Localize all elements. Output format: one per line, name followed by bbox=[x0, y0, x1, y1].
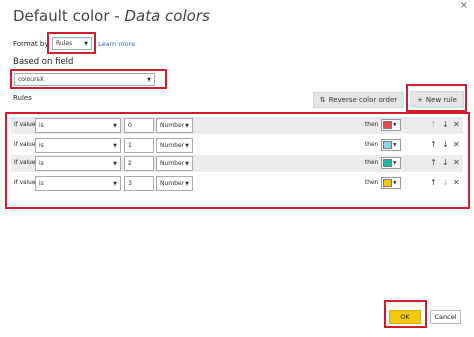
rule-value: 2 bbox=[128, 160, 132, 167]
chevron-down-icon: ▼ bbox=[113, 122, 117, 129]
rule-value-input[interactable]: 3 bbox=[124, 176, 154, 191]
ok-button[interactable]: OK bbox=[389, 310, 421, 324]
rules-label: Rules bbox=[13, 94, 32, 102]
if-value-label: If value bbox=[14, 142, 36, 148]
dialog-title-prefix: Default color - bbox=[13, 7, 125, 25]
chevron-down-icon: ▼ bbox=[185, 160, 189, 167]
delete-icon[interactable]: ✕ bbox=[453, 120, 460, 129]
operator-value: is bbox=[39, 142, 44, 149]
delete-icon[interactable]: ✕ bbox=[453, 178, 460, 187]
rule-value: 3 bbox=[128, 180, 132, 187]
chevron-down-icon: ▼ bbox=[393, 180, 397, 186]
learn-more-link[interactable]: Learn more bbox=[98, 40, 135, 48]
chevron-down-icon: ▼ bbox=[185, 180, 189, 187]
reverse-order-icon: ⇅ bbox=[319, 96, 326, 104]
rule-row: If value is ▼ 0 Number ▼ then ▼ ↑ ↓ ✕ bbox=[11, 117, 463, 134]
color-swatch bbox=[383, 159, 392, 167]
type-select[interactable]: Number ▼ bbox=[156, 156, 193, 171]
dialog-title-italic: Data colors bbox=[124, 7, 210, 25]
arrow-down-icon[interactable]: ↓ bbox=[442, 120, 449, 129]
type-value: Number bbox=[160, 122, 185, 129]
color-picker[interactable]: ▼ bbox=[381, 139, 401, 151]
operator-select[interactable]: is ▼ bbox=[35, 156, 121, 171]
arrow-down-icon[interactable]: ↓ bbox=[442, 140, 449, 149]
type-value: Number bbox=[160, 160, 185, 167]
arrow-up-icon[interactable]: ↑ bbox=[430, 140, 437, 149]
color-swatch bbox=[383, 121, 392, 129]
cancel-button[interactable]: Cancel bbox=[430, 310, 461, 324]
format-by-value: Rules bbox=[56, 40, 73, 47]
rule-value-input[interactable]: 0 bbox=[124, 118, 154, 133]
format-by-label: Format by bbox=[13, 40, 49, 48]
chevron-down-icon: ▼ bbox=[393, 160, 397, 166]
then-label: then bbox=[365, 160, 379, 166]
then-label: then bbox=[365, 122, 379, 128]
based-on-field-label: Based on field bbox=[13, 57, 74, 67]
chevron-down-icon: ▼ bbox=[185, 122, 189, 129]
dialog-title: Default color - Data colors bbox=[13, 7, 210, 25]
chevron-down-icon: ▼ bbox=[84, 40, 88, 47]
operator-select[interactable]: is ▼ bbox=[35, 138, 121, 153]
new-rule-label: New rule bbox=[425, 95, 457, 104]
new-rule-button[interactable]: + New rule bbox=[410, 91, 464, 108]
type-value: Number bbox=[160, 142, 185, 149]
arrow-up-icon[interactable]: ↑ bbox=[430, 120, 437, 129]
if-value-label: If value bbox=[14, 180, 36, 186]
operator-value: is bbox=[39, 180, 44, 187]
rule-value: 1 bbox=[128, 142, 132, 149]
color-picker[interactable]: ▼ bbox=[381, 177, 401, 189]
chevron-down-icon: ▼ bbox=[147, 76, 151, 83]
rule-value: 0 bbox=[128, 122, 132, 129]
arrow-up-icon[interactable]: ↑ bbox=[430, 158, 437, 167]
arrow-down-icon[interactable]: ↓ bbox=[442, 178, 449, 187]
then-label: then bbox=[365, 180, 379, 186]
delete-icon[interactable]: ✕ bbox=[453, 158, 460, 167]
color-picker[interactable]: ▼ bbox=[381, 119, 401, 131]
operator-select[interactable]: is ▼ bbox=[35, 118, 121, 133]
chevron-down-icon: ▼ bbox=[113, 142, 117, 149]
based-on-field-select[interactable]: coloursX ▼ bbox=[14, 73, 155, 86]
color-swatch bbox=[383, 141, 392, 149]
plus-icon: + bbox=[417, 95, 423, 104]
chevron-down-icon: ▼ bbox=[393, 142, 397, 148]
color-picker[interactable]: ▼ bbox=[381, 157, 401, 169]
chevron-down-icon: ▼ bbox=[113, 160, 117, 167]
rule-value-input[interactable]: 1 bbox=[124, 138, 154, 153]
rule-row: If value is ▼ 1 Number ▼ then ▼ ↑ ↓ ✕ bbox=[11, 137, 463, 154]
if-value-label: If value bbox=[14, 160, 36, 166]
if-value-label: If value bbox=[14, 122, 36, 128]
then-label: then bbox=[365, 142, 379, 148]
arrow-down-icon[interactable]: ↓ bbox=[442, 158, 449, 167]
operator-value: is bbox=[39, 122, 44, 129]
rule-row: If value is ▼ 2 Number ▼ then ▼ ↑ ↓ ✕ bbox=[11, 155, 463, 172]
chevron-down-icon: ▼ bbox=[113, 180, 117, 187]
reverse-color-order-button[interactable]: ⇅ Reverse color order bbox=[313, 92, 404, 108]
arrow-up-icon[interactable]: ↑ bbox=[430, 178, 437, 187]
type-value: Number bbox=[160, 180, 185, 187]
delete-icon[interactable]: ✕ bbox=[453, 140, 460, 149]
reverse-color-order-label: Reverse color order bbox=[328, 96, 398, 104]
type-select[interactable]: Number ▼ bbox=[156, 118, 193, 133]
rule-value-input[interactable]: 2 bbox=[124, 156, 154, 171]
operator-select[interactable]: is ▼ bbox=[35, 176, 121, 191]
close-icon[interactable]: × bbox=[460, 0, 468, 11]
type-select[interactable]: Number ▼ bbox=[156, 176, 193, 191]
based-on-field-value: coloursX bbox=[18, 76, 44, 83]
chevron-down-icon: ▼ bbox=[185, 142, 189, 149]
chevron-down-icon: ▼ bbox=[393, 122, 397, 128]
operator-value: is bbox=[39, 160, 44, 167]
color-swatch bbox=[383, 179, 392, 187]
rule-row: If value is ▼ 3 Number ▼ then ▼ ↑ ↓ ✕ bbox=[11, 175, 463, 192]
format-by-select[interactable]: Rules ▼ bbox=[52, 37, 92, 50]
type-select[interactable]: Number ▼ bbox=[156, 138, 193, 153]
